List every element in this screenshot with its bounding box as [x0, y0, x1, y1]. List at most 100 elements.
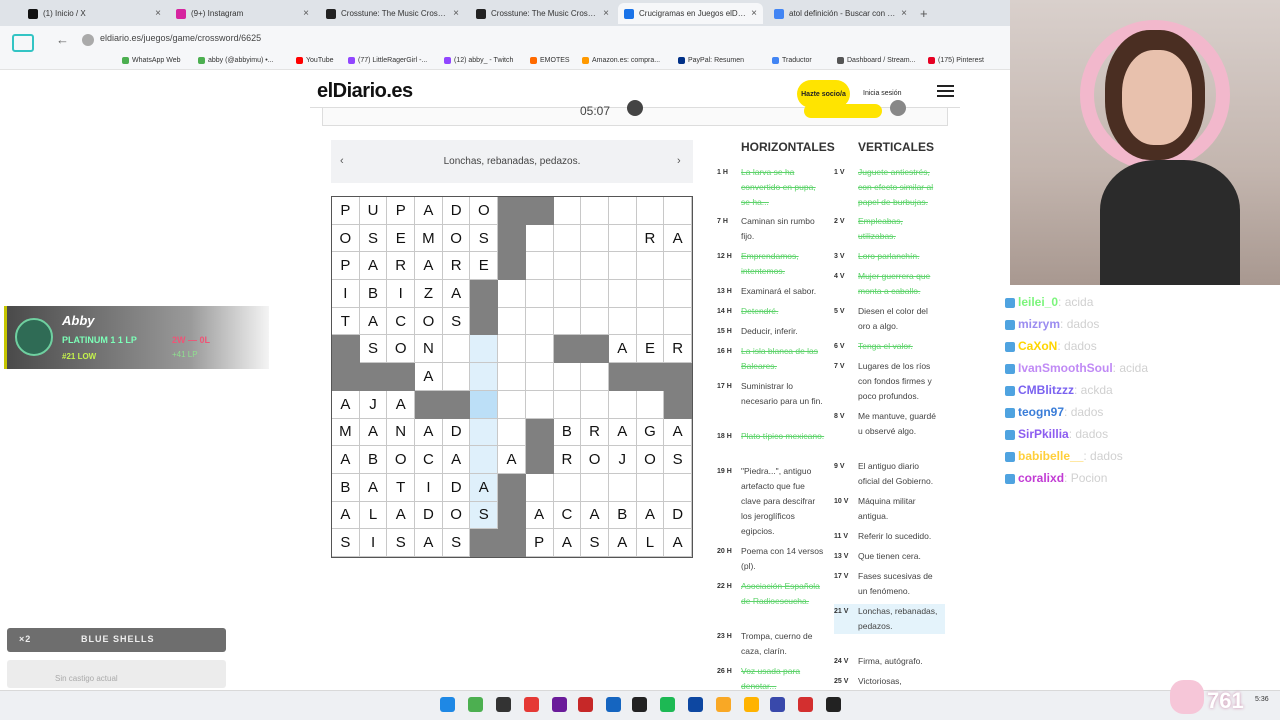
- grid-cell[interactable]: [525, 390, 554, 419]
- grid-cell[interactable]: L: [359, 501, 388, 530]
- grid-cell[interactable]: S: [359, 335, 388, 364]
- grid-cell[interactable]: O: [442, 501, 471, 530]
- clue-item[interactable]: 9 V El antiguo diario oficial del Gobiern…: [834, 459, 945, 489]
- grid-cell[interactable]: T: [332, 307, 360, 336]
- menu-icon[interactable]: [937, 85, 954, 98]
- clue-item[interactable]: 17 V Fases sucesivas de un fenómeno.: [834, 569, 945, 599]
- grid-cell[interactable]: [636, 307, 665, 336]
- bookmark-item[interactable]: (12) abby_ - Twitch: [444, 57, 513, 64]
- grid-cell[interactable]: M: [415, 224, 443, 253]
- grid-cell[interactable]: A: [359, 252, 388, 281]
- grid-cell[interactable]: [608, 473, 637, 502]
- grid-cell[interactable]: [581, 252, 609, 281]
- grid-cell[interactable]: A: [415, 363, 443, 391]
- close-tab-icon[interactable]: ×: [303, 8, 309, 19]
- grid-cell[interactable]: P: [525, 529, 554, 557]
- grid-cell[interactable]: [608, 390, 637, 419]
- taskbar-app-icon[interactable]: [552, 697, 567, 712]
- grid-cell[interactable]: N: [415, 335, 443, 364]
- grid-cell[interactable]: A: [664, 224, 692, 253]
- clue-item[interactable]: 15 H Deducir, inferir.: [717, 324, 830, 339]
- settings-icon[interactable]: [890, 100, 906, 116]
- bookmark-item[interactable]: (77) LittleRagerGirl -...: [348, 57, 427, 64]
- taskbar-app-icon[interactable]: [524, 697, 539, 712]
- grid-cell[interactable]: S: [387, 529, 416, 557]
- chat-username[interactable]: CaXoN: [1018, 339, 1057, 353]
- grid-cell[interactable]: E: [470, 252, 499, 281]
- grid-cell[interactable]: A: [608, 335, 637, 364]
- grid-cell[interactable]: U: [359, 197, 388, 225]
- close-tab-icon[interactable]: ×: [155, 8, 161, 19]
- grid-cell[interactable]: [442, 363, 471, 391]
- taskbar-app-icon[interactable]: [798, 697, 813, 712]
- grid-cell[interactable]: [553, 473, 582, 502]
- clue-item[interactable]: 7 V Lugares de los ríos con fondos firmes…: [834, 359, 945, 404]
- grid-cell[interactable]: [525, 363, 554, 391]
- grid-cell[interactable]: [525, 224, 554, 253]
- taskbar-app-icon[interactable]: [632, 697, 647, 712]
- clue-item[interactable]: 5 V Diesen el color del oro a algo.: [834, 304, 945, 334]
- chat-username[interactable]: mizrym: [1018, 317, 1060, 331]
- tab-4[interactable]: Crosstune: The Music Crosswo... ×: [470, 3, 615, 24]
- grid-cell[interactable]: [608, 224, 637, 253]
- grid-cell[interactable]: [636, 390, 665, 419]
- grid-cell[interactable]: I: [387, 280, 416, 308]
- grid-cell[interactable]: A: [359, 307, 388, 336]
- grid-cell[interactable]: A: [415, 197, 443, 225]
- grid-cell[interactable]: A: [415, 252, 443, 281]
- grid-cell[interactable]: [636, 473, 665, 502]
- grid-cell[interactable]: S: [442, 307, 471, 336]
- site-logo[interactable]: elDiario.es: [317, 80, 413, 103]
- grid-cell[interactable]: I: [359, 529, 388, 557]
- bookmark-item[interactable]: Dashboard / Stream...: [837, 57, 915, 64]
- grid-cell[interactable]: [664, 473, 692, 502]
- grid-cell[interactable]: R: [553, 446, 582, 474]
- grid-cell[interactable]: O: [415, 307, 443, 336]
- grid-cell[interactable]: J: [608, 446, 637, 474]
- grid-cell[interactable]: [525, 335, 554, 364]
- grid-cell[interactable]: B: [359, 280, 388, 308]
- grid-cell[interactable]: A: [581, 501, 609, 530]
- taskbar-app-icon[interactable]: [440, 697, 455, 712]
- site-info-icon[interactable]: [82, 34, 94, 46]
- grid-cell[interactable]: [498, 280, 526, 308]
- chat-username[interactable]: CMBlitzzz: [1018, 383, 1074, 397]
- clue-item[interactable]: 4 V Mujer guerrera que monta a caballo.: [834, 269, 945, 299]
- clue-item[interactable]: 19 H "Piedra...", antiguo artefacto que f…: [717, 464, 830, 539]
- bookmark-item[interactable]: EMOTES: [530, 57, 570, 64]
- grid-cell[interactable]: A: [470, 473, 499, 502]
- clue-item[interactable]: 25 V Victoriosas,: [834, 674, 945, 689]
- grid-cell[interactable]: E: [636, 335, 665, 364]
- grid-cell[interactable]: A: [664, 529, 692, 557]
- clue-item[interactable]: 26 H Voz usada para denotar...: [717, 664, 830, 694]
- grid-cell[interactable]: A: [387, 390, 416, 419]
- grid-cell[interactable]: B: [553, 418, 582, 447]
- bookmark-item[interactable]: PayPal: Resumen: [678, 57, 744, 64]
- grid-cell[interactable]: S: [332, 529, 360, 557]
- grid-cell[interactable]: P: [332, 252, 360, 281]
- grid-cell[interactable]: O: [470, 197, 499, 225]
- grid-cell[interactable]: [581, 307, 609, 336]
- back-icon[interactable]: ←: [56, 32, 69, 47]
- clue-item[interactable]: 7 H Caminan sin rumbo fijo.: [717, 214, 830, 244]
- grid-cell[interactable]: S: [470, 501, 499, 530]
- chat-username[interactable]: leilei_0: [1018, 295, 1058, 309]
- taskbar-app-icon[interactable]: [660, 697, 675, 712]
- grid-cell[interactable]: A: [415, 418, 443, 447]
- grid-cell[interactable]: D: [664, 501, 692, 530]
- grid-cell[interactable]: [525, 307, 554, 336]
- grid-cell[interactable]: [470, 363, 499, 391]
- grid-cell[interactable]: O: [387, 335, 416, 364]
- grid-cell[interactable]: A: [359, 473, 388, 502]
- clue-item[interactable]: 11 V Referir lo sucedido.: [834, 529, 945, 544]
- grid-cell[interactable]: N: [387, 418, 416, 447]
- grid-cell[interactable]: [553, 363, 582, 391]
- grid-cell[interactable]: [664, 307, 692, 336]
- grid-cell[interactable]: A: [442, 446, 471, 474]
- taskbar-app-icon[interactable]: [606, 697, 621, 712]
- grid-cell[interactable]: R: [636, 224, 665, 253]
- grid-cell[interactable]: E: [387, 224, 416, 253]
- chat-username[interactable]: SirPkillia: [1018, 427, 1069, 441]
- clue-item[interactable]: 3 V Loro parlanchín.: [834, 249, 945, 264]
- grid-cell[interactable]: A: [608, 418, 637, 447]
